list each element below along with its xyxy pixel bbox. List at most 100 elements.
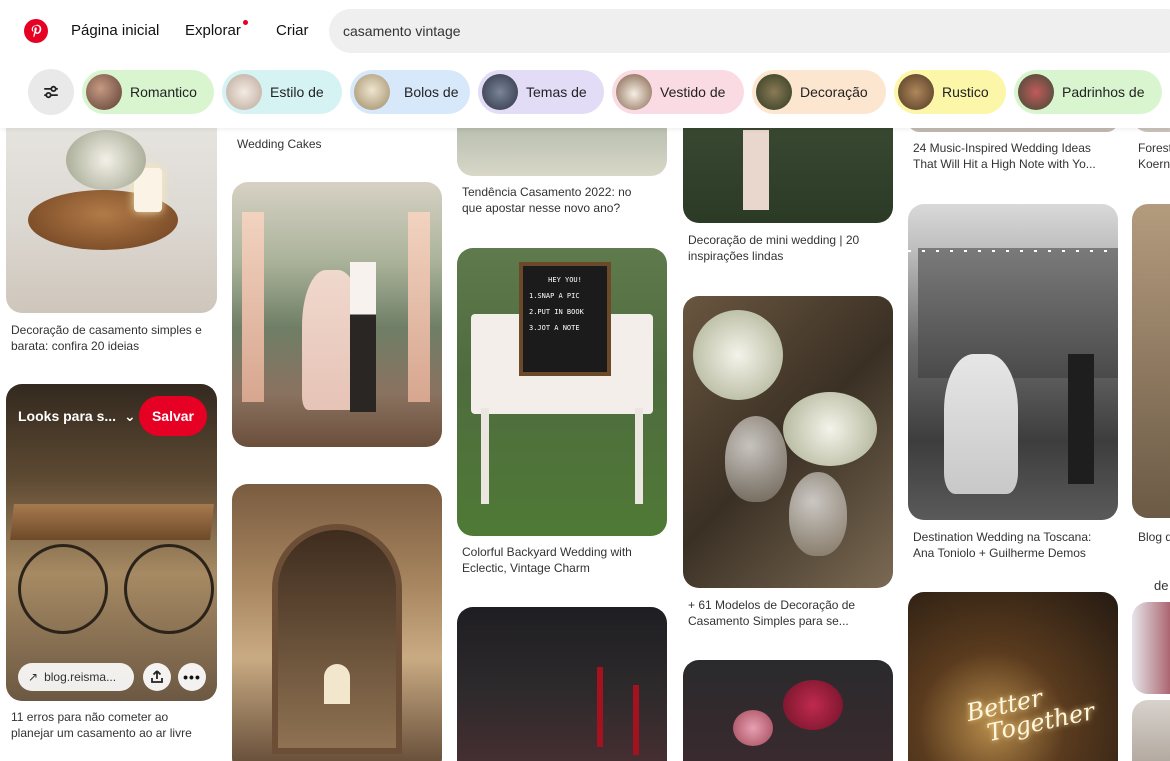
more-options-button[interactable]: ••• [178, 663, 206, 691]
pin-cathedral-aisle[interactable] [232, 484, 442, 761]
pin-caption-line[interactable]: Wedding Cakes [237, 136, 441, 152]
chip-thumbnail [482, 74, 518, 110]
filter-chip-vestido-de[interactable]: Vestido de [612, 70, 744, 114]
filter-chip-padrinhos-de[interactable]: Padrinhos de [1014, 70, 1162, 114]
chip-label: Bolos de [404, 84, 459, 100]
letterboard-line: 2.PUT IN BOOK [529, 308, 584, 316]
pin-caption-line[interactable]: + 61 Modelos de Decoração de [688, 597, 893, 613]
chip-thumbnail [616, 74, 652, 110]
pin-caption-fragment: de [1154, 578, 1169, 593]
pin-caption-line[interactable]: que apostar nesse novo ano? [462, 200, 667, 216]
pin-caption-line[interactable]: Ana Toniolo + Guilherme Demos [913, 545, 1118, 561]
pin-rustic-centerpiece[interactable] [6, 110, 217, 313]
pin-image-bulb [725, 416, 787, 502]
arrow-up-right-icon: ↗ [28, 670, 39, 684]
pin-image-rose [783, 680, 843, 730]
pin-image-desk-leg [635, 408, 643, 504]
pin-image-dress [944, 354, 1018, 494]
pin-caption-line[interactable]: planejar um casamento ao ar livre [11, 725, 217, 741]
notification-dot [242, 20, 248, 25]
nav-create-link[interactable]: Criar [276, 22, 309, 39]
share-button[interactable] [143, 663, 171, 691]
pin-image-cart-table [10, 504, 214, 540]
search-input[interactable] [329, 9, 1170, 53]
pin-caption-line[interactable]: 24 Music-Inspired Wedding Ideas [913, 140, 1118, 156]
pin-image-arch-drape [408, 212, 430, 402]
pin-neon-sign[interactable]: Better Together [908, 592, 1118, 761]
pin-caption-line[interactable]: Koern [1138, 156, 1170, 172]
pin-image-chair [743, 130, 769, 210]
chip-thumbnail [1018, 74, 1054, 110]
share-icon [151, 670, 163, 683]
letterboard-line: 1.SNAP A PIC [529, 292, 580, 300]
chip-label: Estilo de [270, 84, 324, 100]
board-name: Looks para s... [18, 408, 117, 424]
filter-chip-rustico[interactable]: Rustico [894, 70, 1006, 114]
pin-caption-line[interactable]: Decoração de mini wedding | 20 [688, 232, 893, 248]
pin-image-cart-wheel [124, 544, 214, 634]
chip-label: Padrinhos de [1062, 84, 1145, 100]
letterboard-line: 3.JOT A NOTE [529, 324, 580, 332]
pin-partial-image[interactable] [1132, 700, 1170, 761]
source-link[interactable]: ↗ blog.reisma... [18, 663, 134, 691]
nav-explore-label: Explorar [185, 22, 241, 39]
pin-image-rose [733, 710, 773, 746]
pin-wedding-arch-couple[interactable] [232, 182, 442, 447]
chip-thumbnail [756, 74, 792, 110]
pinterest-logo-icon[interactable] [24, 19, 48, 43]
pin-caption-line[interactable]: Forest [1138, 140, 1170, 156]
pin-partial-image[interactable] [1132, 602, 1170, 694]
pin-dark-florals[interactable] [683, 660, 893, 761]
filter-chip-romantico[interactable]: Romantico [82, 70, 214, 114]
chip-label: Temas de [526, 84, 587, 100]
pin-hanging-bulbs[interactable] [683, 296, 893, 588]
filter-chip-bolos-de[interactable]: Bolos de [350, 70, 470, 114]
board-selector[interactable]: Looks para s... ⌄ [18, 408, 136, 425]
filter-button[interactable] [28, 69, 74, 115]
pin-tuscany-wedding[interactable] [908, 204, 1118, 520]
filter-chip-decoracao[interactable]: Decoração [752, 70, 886, 114]
pin-image-candle [597, 667, 603, 747]
save-button[interactable]: Salvar [139, 396, 207, 436]
filter-chip-temas-de[interactable]: Temas de [478, 70, 604, 114]
letterboard-sign: HEY YOU! 1.SNAP A PIC 2.PUT IN BOOK 3.JO… [519, 262, 611, 376]
pin-image-desk-leg [481, 408, 489, 504]
pin-caption-line[interactable]: Eclectic, Vintage Charm [462, 560, 667, 576]
pin-image-bulb [789, 472, 847, 556]
pin-image-groom [1068, 354, 1094, 484]
chip-label: Decoração [800, 84, 868, 100]
sliders-icon [44, 85, 58, 99]
filter-chip-estilo-de[interactable]: Estilo de [222, 70, 342, 114]
chip-thumbnail [226, 74, 262, 110]
pin-dark-table-setting[interactable] [457, 607, 667, 761]
chip-label: Rustico [942, 84, 989, 100]
pin-image-flowers [693, 310, 783, 400]
pin-image-window [324, 664, 350, 704]
pin-caption-line[interactable]: 11 erros para não cometer ao [11, 709, 217, 725]
pin-caption-line[interactable]: Decoração de casamento simples e [11, 322, 217, 338]
nav-home-link[interactable]: Página inicial [71, 22, 159, 39]
chevron-down-icon: ⌄ [123, 408, 136, 424]
pin-caption-line[interactable]: That Will Hit a High Note with Yo... [913, 156, 1118, 172]
pin-caption-line[interactable]: inspirações lindas [688, 248, 893, 264]
pin-backyard-guestbook[interactable]: HEY YOU! 1.SNAP A PIC 2.PUT IN BOOK 3.JO… [457, 248, 667, 536]
top-navigation-bar: Página inicial Explorar Criar [0, 0, 1170, 62]
pin-image-arch [272, 524, 402, 754]
pin-caption-line[interactable]: Casamento Simples para se... [688, 613, 893, 629]
source-link-label: blog.reisma... [44, 670, 117, 684]
pin-caption-line[interactable]: Destination Wedding na Toscana: [913, 529, 1118, 545]
letterboard-line: HEY YOU! [548, 276, 582, 284]
pin-image-flowers [66, 130, 146, 190]
pin-image-arch-drape [242, 212, 264, 402]
nav-explore-link[interactable]: Explorar [185, 20, 248, 39]
pin-caption-line[interactable]: Blog d [1138, 529, 1170, 545]
pin-caption-line[interactable]: Tendência Casamento 2022: no [462, 184, 667, 200]
chip-thumbnail [354, 74, 390, 110]
pin-vintage-bar-cart[interactable]: Looks para s... ⌄ Salvar ↗ blog.reisma..… [6, 384, 217, 701]
pin-caption-line[interactable]: Colorful Backyard Wedding with [462, 544, 667, 560]
pin-partial-blog[interactable] [1132, 204, 1170, 518]
pin-caption-line[interactable]: barata: confira 20 ideias [11, 338, 217, 354]
chip-thumbnail [898, 74, 934, 110]
search-filter-bar: Romantico Estilo de Bolos de Temas de Ve… [0, 62, 1170, 128]
pin-image-groom [350, 262, 376, 412]
